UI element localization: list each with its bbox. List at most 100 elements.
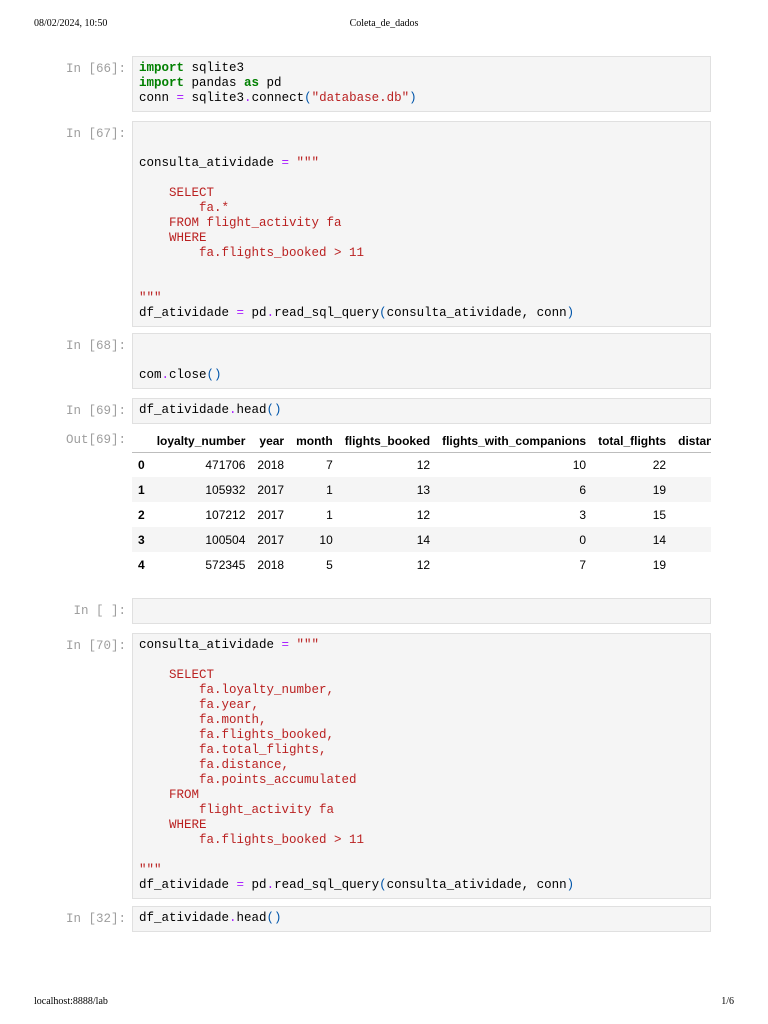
code-line: SELECT: [139, 186, 704, 201]
table-cell: 13: [416, 482, 431, 497]
column-header: loyalty_number: [150, 430, 252, 453]
cell-prompt: In [69]:: [65, 404, 126, 418]
code-token: head: [236, 403, 267, 417]
code-line: fa.flights_booked > 11: [139, 246, 704, 261]
column-header: flights_booked: [338, 430, 437, 453]
code-line: FROM: [139, 788, 704, 803]
code-token: (): [206, 368, 222, 382]
code-token: """: [289, 638, 320, 652]
table-cell: 1: [138, 482, 145, 497]
code-cell-input[interactable]: df_atividade.head(): [132, 398, 711, 424]
code-token: import: [139, 76, 185, 90]
print-url: localhost:8888/lab: [34, 996, 108, 1007]
code-token: read_sql_query: [274, 306, 380, 320]
cell-prompt: In [ ]:: [73, 604, 126, 618]
table-cell: 4: [138, 557, 145, 572]
column-header: month: [290, 430, 339, 453]
code-token: =: [236, 306, 245, 320]
table-cell: 100504: [205, 532, 246, 547]
code-cell-input[interactable]: consulta_atividade = """ SELECT fa.loyal…: [132, 633, 711, 899]
table-cell: 107212: [205, 507, 246, 522]
code-line: consulta_atividade = """: [139, 638, 704, 653]
code-token: ): [566, 306, 575, 320]
code-token: (: [304, 91, 312, 105]
code-line: com.close(): [139, 368, 704, 383]
code-line: df_atividade = pd.read_sql_query(consult…: [139, 306, 704, 321]
code-token: .: [244, 91, 252, 105]
code-token: df_atividade: [139, 878, 237, 892]
code-token: =: [281, 156, 290, 170]
code-cell-input[interactable]: com.close(): [132, 333, 711, 389]
code-token: fa.month,: [139, 713, 267, 727]
table-cell: 2: [138, 507, 145, 522]
code-token: FROM: [139, 788, 200, 802]
code-token: sqlite3: [184, 61, 245, 75]
code-line: consulta_atividade = """: [139, 156, 704, 171]
dataframe-output: loyalty_number year month flights_booked fli…: [132, 430, 711, 582]
code-token: ): [409, 91, 417, 105]
code-token: (): [266, 911, 282, 925]
code-line: df_atividade.head(): [139, 403, 704, 418]
column-header: flights_with_companions: [436, 430, 593, 453]
code-token: (: [379, 306, 387, 320]
code-line: fa.flights_booked,: [139, 728, 704, 743]
table-cell: 24: [672, 502, 711, 527]
table-cell: 22: [652, 457, 667, 472]
table-cell: 12: [416, 457, 431, 472]
code-token: FROM flight_activity fa: [139, 216, 342, 230]
code-token: consulta_atividade, conn: [386, 878, 567, 892]
code-token: pd: [244, 878, 267, 892]
code-token: as: [244, 76, 260, 90]
code-token: SELECT: [139, 186, 215, 200]
code-token: .: [229, 403, 237, 417]
table-cell: 5: [326, 557, 333, 572]
code-cell-input[interactable]: consulta_atividade = """ SELECT fa.* FRO…: [132, 121, 711, 327]
code-token: =: [176, 91, 185, 105]
code-token: connect: [251, 91, 305, 105]
code-token: """: [289, 156, 320, 170]
code-line: WHERE: [139, 231, 704, 246]
dataframe-table: loyalty_number year month flights_booked fli…: [132, 430, 711, 577]
code-token: .: [229, 911, 237, 925]
table-cell: 16: [672, 477, 711, 502]
code-token: (: [379, 878, 387, 892]
code-cell-input[interactable]: [132, 598, 711, 624]
code-token: pd: [244, 306, 267, 320]
code-token: .: [266, 306, 275, 320]
code-cell-input[interactable]: import sqlite3 import pandas as pd conn = …: [132, 56, 711, 112]
code-line: SELECT: [139, 668, 704, 683]
table-cell: 1: [326, 482, 333, 497]
code-token: """: [139, 291, 162, 305]
code-token: fa.total_flights,: [139, 743, 327, 757]
code-token: fa.*: [139, 201, 230, 215]
table-cell: 14: [652, 532, 667, 547]
code-token: consulta_atividade, conn: [386, 306, 567, 320]
code-token: consulta_atividade: [139, 156, 282, 170]
code-token: fa.flights_booked > 11: [139, 246, 365, 260]
code-token: WHERE: [139, 231, 207, 245]
cell-prompt: In [32]:: [65, 912, 126, 926]
code-token: fa.points_accumulated: [139, 773, 357, 787]
code-line: fa.loyalty_number,: [139, 683, 704, 698]
code-cell-input[interactable]: df_atividade.head(): [132, 906, 711, 932]
code-token: sqlite3: [184, 91, 245, 105]
table-cell: 35: [672, 527, 711, 552]
table-cell: 3: [579, 507, 587, 522]
column-header: total_flights: [592, 430, 673, 453]
code-token: .: [161, 368, 170, 382]
code-line: fa.flights_booked > 11: [139, 833, 704, 848]
table-cell: 2017: [257, 482, 285, 497]
cell-prompt: In [67]:: [65, 127, 126, 141]
table-cell: 2017: [257, 532, 285, 547]
code-token: import: [139, 61, 185, 75]
table-cell: 12: [416, 557, 431, 572]
table-cell: 7: [579, 557, 587, 572]
table-row: 2 107212 2017 1 12 3 15 24: [132, 502, 711, 527]
